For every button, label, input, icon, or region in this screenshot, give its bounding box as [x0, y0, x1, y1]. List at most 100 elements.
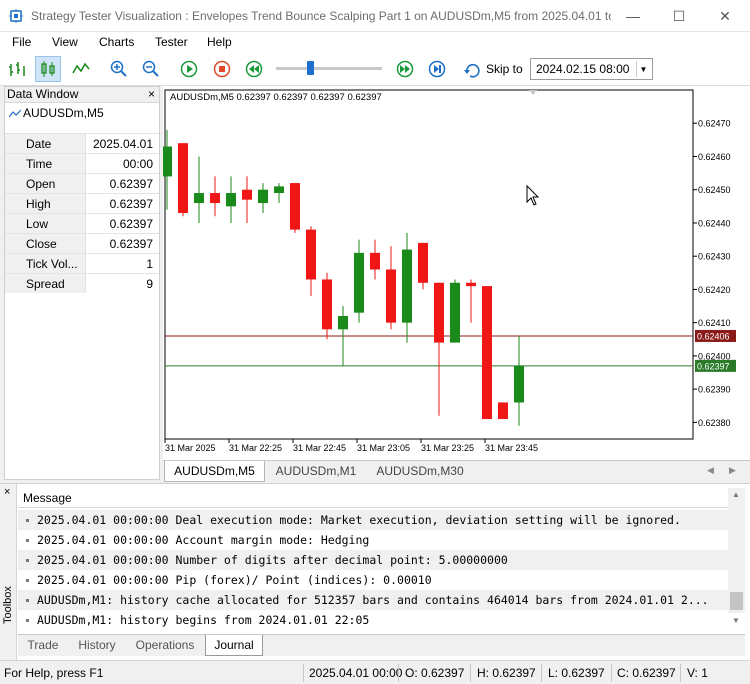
- log-entry-text: 2025.04.01 00:00:00 Pip (forex)/ Point (…: [37, 573, 432, 587]
- price-tick-label: 0.62440: [698, 218, 731, 228]
- maximize-button[interactable]: ☐: [656, 0, 702, 32]
- log-scrollbar[interactable]: ▲ ▼: [728, 488, 745, 625]
- zoom-out-button[interactable]: [138, 56, 164, 82]
- bar-chart-icon: [9, 62, 25, 76]
- menu-view[interactable]: View: [52, 34, 78, 50]
- step-forward-button[interactable]: [424, 56, 450, 82]
- menu-file[interactable]: File: [12, 34, 31, 50]
- log-entry[interactable]: 2025.04.01 00:00:00 Pip (forex)/ Point (…: [18, 570, 728, 590]
- minimize-button[interactable]: —: [610, 0, 656, 32]
- chevron-down-icon[interactable]: ▼: [636, 61, 650, 77]
- toolbox-tabs: Trade History Operations Journal: [18, 634, 745, 656]
- candle-bull: [450, 282, 460, 343]
- speed-slider-track[interactable]: [276, 67, 382, 70]
- speed-slider-thumb[interactable]: [307, 61, 314, 75]
- log-entry-text: 2025.04.01 00:00:00 Account margin mode:…: [37, 533, 370, 547]
- data-row-key: High: [5, 194, 86, 213]
- close-icon[interactable]: ×: [148, 87, 155, 101]
- tab-history[interactable]: History: [70, 635, 124, 656]
- chart-tab-m1[interactable]: AUDUSDm,M1: [266, 461, 366, 482]
- zoom-in-button[interactable]: [106, 56, 132, 82]
- status-separator: [680, 664, 681, 682]
- rewind-icon: [245, 60, 263, 78]
- tab-scroll-right-icon[interactable]: ▶: [729, 465, 736, 476]
- tab-scroll-left-icon[interactable]: ◀: [707, 465, 714, 476]
- chart-tabs: AUDUSDm,M5 AUDUSDm,M1 AUDUSDm,M30 ◀ ▶: [163, 460, 750, 482]
- tab-operations[interactable]: Operations: [126, 635, 204, 656]
- toolbox-panel: × Toolbox Message ▲ ▼ Trade History Oper…: [0, 483, 750, 661]
- price-tick-label: 0.62390: [698, 385, 731, 395]
- time-tick-label: 31 Mar 23:25: [421, 443, 474, 453]
- data-window-header: Data Window ×: [5, 87, 159, 103]
- log-bullet-icon: [26, 579, 29, 582]
- menu-charts[interactable]: Charts: [99, 34, 134, 50]
- chart-tab-m30[interactable]: AUDUSDm,M30: [367, 461, 473, 482]
- fast-forward-button[interactable]: [392, 56, 418, 82]
- scroll-up-icon[interactable]: ▲: [732, 490, 740, 499]
- skip-to-button[interactable]: [460, 56, 486, 82]
- data-row: Close 0.62397: [5, 233, 159, 253]
- data-row-key: Low: [5, 214, 86, 233]
- time-tick-label: 31 Mar 23:45: [485, 443, 538, 453]
- bar-chart-button[interactable]: [4, 56, 30, 82]
- stop-button[interactable]: [209, 56, 235, 82]
- scroll-down-icon[interactable]: ▼: [732, 616, 740, 625]
- symbol-chart-icon: [9, 109, 21, 118]
- time-tick-label: 31 Mar 23:05: [357, 443, 410, 453]
- rewind-button[interactable]: [241, 56, 267, 82]
- log-entry[interactable]: AUDUSDm,M1: history begins from 2024.01.…: [18, 610, 728, 630]
- log-entry-text: 2025.04.01 00:00:00 Deal execution mode:…: [37, 513, 681, 527]
- plot-area: [164, 89, 694, 440]
- close-window-button[interactable]: ✕: [702, 0, 748, 32]
- status-separator: [303, 664, 304, 682]
- data-row: Spread 9: [5, 273, 159, 293]
- log-entry[interactable]: 2025.04.01 00:00:00 Deal execution mode:…: [18, 510, 728, 530]
- price-tick-label: 0.62380: [698, 418, 731, 428]
- close-icon[interactable]: ×: [4, 486, 10, 498]
- tab-journal[interactable]: Journal: [205, 635, 263, 656]
- data-row-key: Date: [5, 134, 86, 153]
- message-column-header[interactable]: Message: [18, 488, 730, 508]
- data-row-key: Tick Vol...: [5, 254, 86, 273]
- chart-canvas[interactable]: AUDUSDm,M5 0.62397 0.62397 0.62397 0.623…: [163, 86, 750, 460]
- log-entry[interactable]: AUDUSDm,M1: history cache allocated for …: [18, 590, 728, 610]
- price-tick-label: 0.62430: [698, 252, 731, 262]
- log-entry[interactable]: 2025.04.01 00:00:00 Number of digits aft…: [18, 550, 728, 570]
- data-row: Time 00:00: [5, 153, 159, 173]
- candle-bull: [338, 316, 348, 330]
- price-chart[interactable]: AUDUSDm,M5 0.62397 0.62397 0.62397 0.623…: [163, 86, 750, 460]
- fast-forward-icon: [396, 60, 414, 78]
- candle-bear: [306, 229, 316, 280]
- menu-tester[interactable]: Tester: [155, 34, 188, 50]
- refresh-arrow-icon: [464, 63, 480, 78]
- chart-tab-m5[interactable]: AUDUSDm,M5: [164, 461, 265, 482]
- skip-to-label: Skip to: [486, 62, 523, 76]
- line-chart-button[interactable]: [68, 56, 94, 82]
- log-bullet-icon: [26, 559, 29, 562]
- status-separator: [541, 664, 542, 682]
- status-help: For Help, press F1: [4, 666, 104, 680]
- log-entry-text: 2025.04.01 00:00:00 Number of digits aft…: [37, 553, 508, 567]
- log-bullet-icon: [26, 619, 29, 622]
- menu-help[interactable]: Help: [207, 34, 232, 50]
- time-tick-label: 31 Mar 2025: [165, 443, 216, 453]
- tab-trade[interactable]: Trade: [18, 635, 68, 656]
- data-row-value: 0.62397: [109, 237, 153, 251]
- data-row-key: Spread: [5, 274, 86, 293]
- data-row: High 0.62397: [5, 193, 159, 213]
- status-separator: [470, 664, 471, 682]
- scrollbar-thumb[interactable]: [730, 592, 743, 610]
- status-low: L: 0.62397: [548, 666, 605, 680]
- log-entry[interactable]: 2025.04.01 00:00:00 Account margin mode:…: [18, 530, 728, 550]
- candle-bull: [402, 249, 412, 323]
- skip-to-date-input[interactable]: 2024.02.15 08:00 ▼: [530, 58, 653, 80]
- candlestick-chart-button[interactable]: [35, 56, 61, 82]
- candle-bear: [242, 189, 252, 200]
- candle-bear: [322, 279, 332, 330]
- candle-bear: [418, 242, 428, 283]
- candle-bull: [163, 146, 172, 177]
- status-volume: V: 1: [687, 666, 708, 680]
- candle-bear: [290, 183, 300, 230]
- price-tick-label: 0.62420: [698, 285, 731, 295]
- play-button[interactable]: [176, 56, 202, 82]
